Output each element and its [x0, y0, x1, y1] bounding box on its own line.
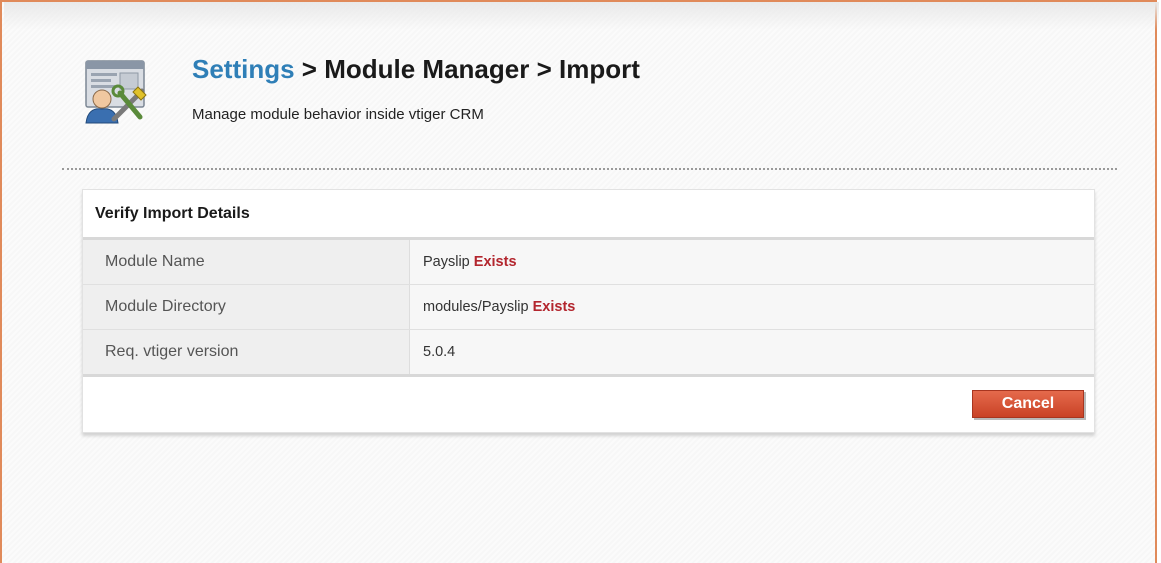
breadcrumb-path: > Module Manager > Import: [294, 54, 640, 84]
module-name-status: Exists: [473, 254, 517, 270]
table-row: Module Directory modules/Payslip Exists: [83, 285, 1094, 330]
vtiger-version-text: 5.0.4: [423, 344, 456, 360]
settings-tools-icon: [85, 60, 147, 124]
page-title: Settings > Module Manager > Import: [192, 54, 640, 85]
page-frame: Settings > Module Manager > Import Manag…: [0, 0, 1159, 563]
breadcrumb-settings-link[interactable]: Settings: [192, 54, 295, 84]
panel-title: Verify Import Details: [83, 190, 1094, 240]
table-row: Module Name Payslip Exists: [83, 240, 1094, 285]
top-shadow: [4, 2, 1159, 30]
module-name-label: Module Name: [83, 240, 410, 284]
table-row: Req. vtiger version 5.0.4: [83, 330, 1094, 377]
divider: [62, 168, 1117, 170]
page-subtitle: Manage module behavior inside vtiger CRM: [192, 106, 484, 123]
panel-footer: Cancel: [83, 377, 1094, 432]
verify-import-panel: Verify Import Details Module Name Paysli…: [82, 189, 1095, 433]
module-name-value: Payslip Exists: [410, 240, 1094, 284]
cancel-button[interactable]: Cancel: [972, 390, 1084, 418]
module-directory-text: modules/Payslip: [423, 299, 529, 315]
vtiger-version-value: 5.0.4: [410, 330, 1094, 374]
module-directory-status: Exists: [532, 299, 576, 315]
module-directory-value: modules/Payslip Exists: [410, 285, 1094, 329]
vtiger-version-label: Req. vtiger version: [83, 330, 410, 374]
module-name-text: Payslip: [423, 254, 470, 270]
module-directory-label: Module Directory: [83, 285, 410, 329]
